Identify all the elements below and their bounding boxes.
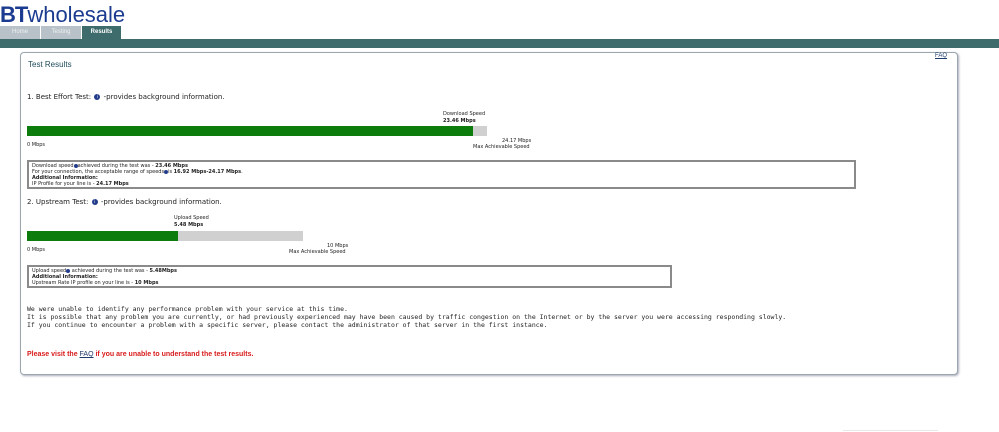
download-info-line2-end: .	[241, 169, 243, 175]
faq-warning: Please visit the FAQ if you are unable t…	[27, 351, 253, 358]
download-speed-value: 23.46 Mbps	[443, 118, 476, 124]
upload-info-line3-value: 10 Mbps	[134, 280, 159, 286]
upload-info-box: Upload speed achieved during the test wa…	[27, 265, 672, 288]
best-effort-heading: 1. Best Effort Test: i -provides backgro…	[27, 93, 225, 101]
download-info-line4-text: IP Profile for your line is -	[32, 181, 97, 187]
upstream-heading: 2. Upstream Test: i -provides background…	[27, 198, 222, 206]
download-info-line2-value: 16.92 Mbps-24.17 Mbps	[173, 169, 242, 175]
upload-speed-label: Upload Speed	[174, 215, 209, 221]
download-info-box: Download speed achieved during the test w…	[27, 160, 856, 189]
logo-bt: BT	[0, 2, 28, 27]
download-progress-track	[27, 126, 487, 136]
info-icon[interactable]: i	[94, 94, 101, 100]
upstream-heading-suffix: -provides background information.	[100, 198, 222, 206]
download-info-line4: IP Profile for your line is - 24.17 Mbps	[32, 181, 851, 187]
download-info-line4-value: 24.17 Mbps	[96, 181, 129, 187]
upload-speed-value: 5.48 Mbps	[174, 222, 204, 228]
upload-progress-fill	[27, 231, 179, 241]
download-progress-fill	[27, 126, 474, 136]
download-max-label: Max Achievable Speed	[473, 144, 530, 150]
upload-max-label: Max Achievable Speed	[289, 249, 346, 255]
header-bar	[0, 39, 999, 48]
faq-warning-suffix: if you are unable to understand the test…	[93, 351, 254, 358]
bt-wholesale-logo: BTwholesale	[0, 4, 125, 26]
tab-home[interactable]: Home	[0, 26, 40, 39]
result-message-line3: If you continue to encounter a problem w…	[27, 321, 548, 329]
page-title: Test Results	[28, 60, 72, 69]
best-effort-heading-prefix: 1. Best Effort Test:	[27, 93, 92, 101]
download-min-label: 0 Mbps	[27, 142, 46, 148]
faq-warning-link[interactable]: FAQ	[80, 351, 94, 358]
upload-progress-track	[27, 231, 303, 241]
result-message-line1: We were unable to identify any performan…	[27, 305, 348, 313]
upload-info-line3-text: Upstream Rate IP profile on your line is…	[32, 280, 135, 286]
faq-link[interactable]: FAQ	[935, 53, 947, 59]
logo-wholesale: wholesale	[27, 2, 126, 27]
upload-info-line1-value: 5.48Mbps	[149, 268, 177, 274]
tab-testing[interactable]: Testing	[41, 26, 81, 39]
result-message-line2: It is possible that any problem you are …	[27, 313, 787, 321]
download-speed-label: Download Speed	[443, 111, 486, 117]
upload-info-line3: Upstream Rate IP profile on your line is…	[32, 280, 667, 286]
tab-results[interactable]: Results	[82, 26, 121, 39]
faq-warning-prefix: Please visit the	[27, 351, 80, 358]
best-effort-heading-suffix: -provides background information.	[103, 93, 225, 101]
divider	[843, 430, 938, 431]
info-icon[interactable]: i	[91, 199, 98, 205]
upload-min-label: 0 Mbps	[27, 247, 46, 253]
upstream-heading-prefix: 2. Upstream Test:	[27, 198, 89, 206]
